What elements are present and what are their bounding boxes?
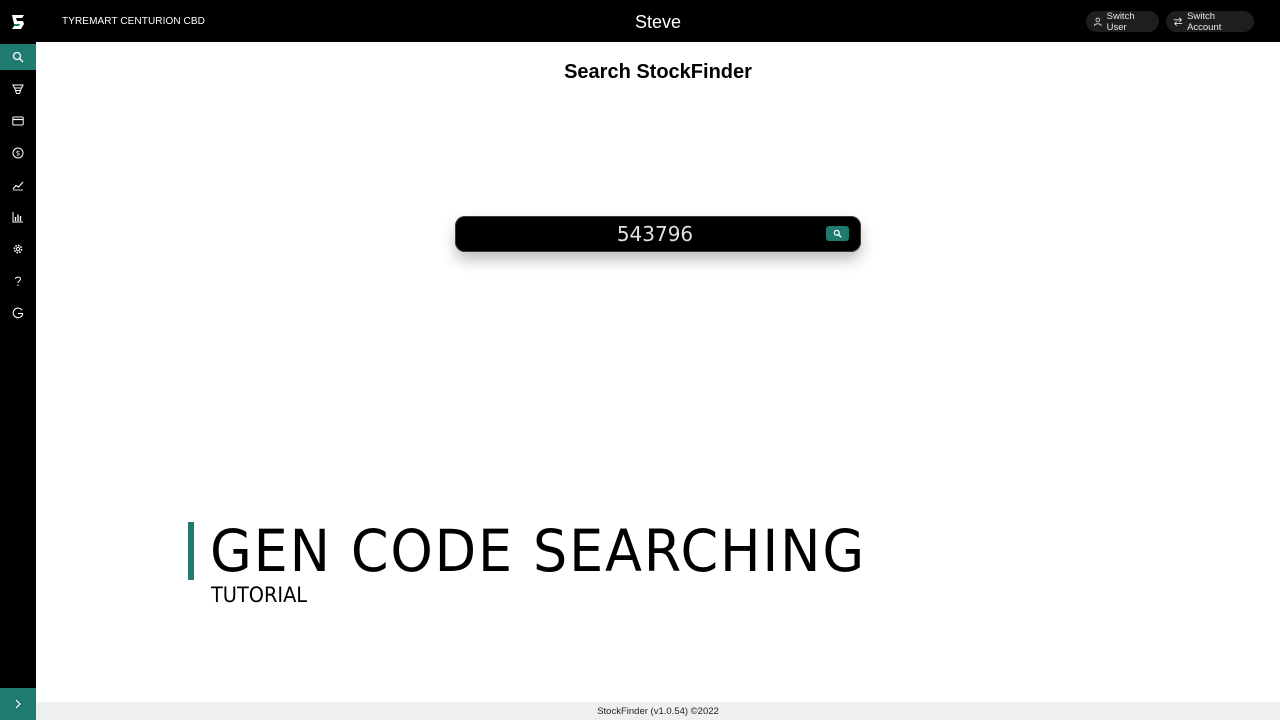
sidebar-item-help[interactable] [0, 268, 36, 294]
bar-chart-icon [12, 212, 23, 223]
sidebar-item-search[interactable] [0, 44, 36, 70]
switch-user-label: Switch User [1106, 10, 1135, 33]
card-icon [12, 116, 24, 126]
sidebar-item-reports[interactable] [0, 204, 36, 230]
tutorial-accent-bar [188, 522, 194, 580]
page-title: Search StockFinder [564, 61, 752, 83]
tutorial-title: GEN CODE SEARCHING [210, 517, 867, 585]
sidebar-item-logout[interactable] [0, 300, 36, 326]
dollar-icon: $ [12, 147, 24, 159]
sidebar-item-trends[interactable] [0, 172, 36, 198]
store-name: TYREMART CENTURION CBD [62, 16, 205, 27]
search-icon [833, 229, 842, 238]
line-chart-icon [12, 181, 24, 191]
sidebar: $ [0, 42, 36, 720]
footer-version: StockFinder (v1.0.54) ©2022 [36, 702, 1280, 720]
gear-icon [13, 244, 23, 254]
search-button[interactable] [826, 226, 849, 241]
tyre-icon [12, 84, 24, 94]
search-input[interactable] [475, 220, 835, 248]
logout-icon [12, 307, 24, 319]
top-bar: TYREMART CENTURION CBD Steve Switch User… [0, 0, 1280, 42]
switch-account-button[interactable]: Switch Account [1166, 10, 1254, 33]
sidebar-item-settings[interactable] [0, 236, 36, 262]
switch-account-label: Switch Account [1187, 10, 1222, 33]
help-icon [15, 276, 22, 286]
sidebar-expand-button[interactable] [0, 688, 36, 720]
sidebar-item-pricing[interactable]: $ [0, 140, 36, 166]
swap-arrows-icon [1173, 17, 1183, 26]
switch-user-button[interactable]: Switch User [1086, 10, 1159, 33]
sidebar-item-tyres[interactable] [0, 76, 36, 102]
app-logo-icon[interactable] [8, 12, 28, 32]
search-icon [12, 51, 24, 63]
svg-text:$: $ [16, 150, 20, 158]
search-bar [455, 216, 861, 252]
sidebar-item-payments[interactable] [0, 108, 36, 134]
chevron-right-icon [15, 699, 21, 709]
user-icon [1093, 17, 1102, 27]
tutorial-subtitle: TUTORIAL [211, 583, 308, 607]
